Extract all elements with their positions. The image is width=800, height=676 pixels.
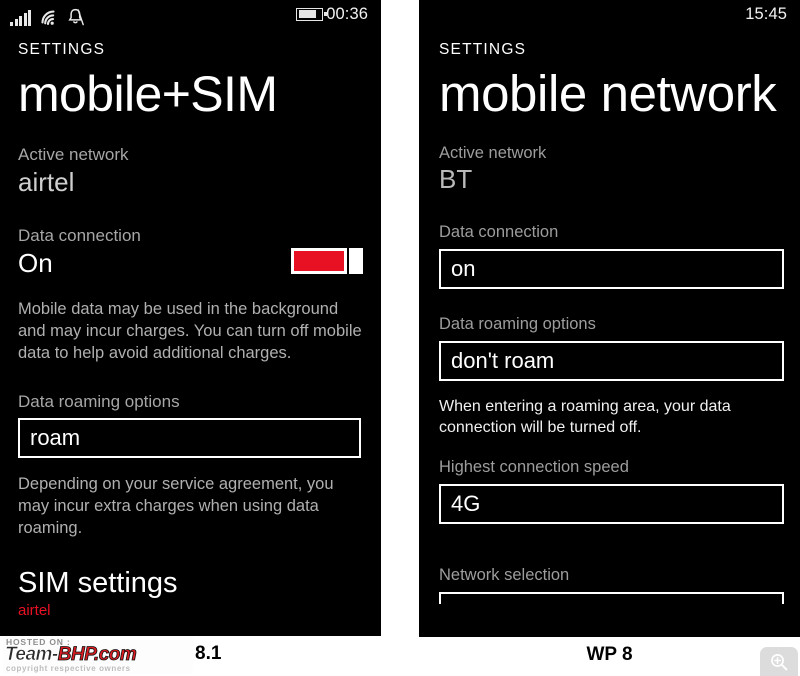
active-network-value-right: BT (439, 164, 473, 195)
signal-bars-icon (10, 9, 31, 26)
page-title-right: mobile network (439, 64, 777, 122)
watermark-copyright: copyright respective owners (6, 664, 131, 673)
network-selection-group: Network selection (439, 566, 784, 605)
data-connection-toggle[interactable] (291, 247, 363, 274)
sim-settings-group[interactable]: SIM settings airtel (18, 567, 363, 620)
data-connection-label: Data connection (18, 225, 141, 245)
page-title: mobile+SIM (18, 65, 278, 122)
data-roaming-label: Data roaming options (18, 391, 180, 411)
connection-speed-label: Highest connection speed (439, 458, 629, 477)
toggle-thumb (349, 247, 363, 274)
data-roaming-description-right: When entering a roaming area, your data … (439, 397, 731, 436)
app-title: SETTINGS (18, 41, 106, 58)
status-clock-right: 15:45 (745, 4, 787, 23)
watermark-brand-team: Team- (5, 644, 59, 665)
active-network-group: Active network airtel (18, 145, 363, 198)
toggle-track (291, 247, 347, 274)
active-network-group-right: Active network BT (439, 144, 782, 196)
status-icons-left (10, 4, 84, 26)
watermark-brand-bhp: BHP.com (57, 644, 137, 665)
caption-right: WP 8 (586, 644, 633, 665)
data-roaming-value-right: don't roam (451, 347, 555, 373)
screenshot-stage: 00:36 SETTINGS mobile+SIM Active network… (0, 0, 800, 676)
data-roaming-select-right[interactable]: don't roam (439, 340, 784, 381)
magnifier-plus-icon (769, 652, 789, 672)
data-connection-select[interactable]: on (439, 249, 784, 290)
phone-screen-left: 00:36 SETTINGS mobile+SIM Active network… (0, 0, 381, 636)
network-selection-label: Network selection (439, 566, 570, 585)
data-roaming-group-right: Data roaming options don't roam (439, 315, 784, 381)
battery-icon (296, 7, 327, 21)
zoom-in-button[interactable] (760, 647, 798, 676)
active-network-label: Active network (18, 144, 129, 164)
data-roaming-group: Data roaming options roam (18, 391, 363, 459)
data-roaming-description: Depending on your service agreement, you… (18, 475, 334, 538)
network-selection-select[interactable] (439, 592, 784, 605)
data-roaming-value: roam (30, 425, 81, 451)
data-connection-group: Data connection On (18, 226, 363, 279)
data-roaming-select[interactable]: roam (18, 418, 361, 459)
phone-screen-right: 15:45 SETTINGS mobile network Active net… (419, 0, 800, 637)
site-watermark: HOSTED ON : Team-BHP.com copyright respe… (3, 636, 193, 674)
header-right: SETTINGS mobile network (419, 42, 800, 121)
active-network-value: airtel (18, 166, 75, 197)
watermark-brand: Team-BHP.com (5, 644, 137, 665)
wifi-icon (40, 9, 59, 26)
status-right-left: 00:36 (296, 2, 368, 26)
settings-content-right: Active network BT Data connection on Dat… (419, 144, 800, 605)
data-connection-description: Mobile data may be used in the backgroun… (18, 300, 362, 362)
status-bar-left: 00:36 (0, 0, 381, 30)
bell-muted-icon (67, 8, 84, 26)
settings-content-left: Active network airtel Data connection On… (0, 145, 381, 620)
connection-speed-select[interactable]: 4G (439, 484, 784, 525)
connection-speed-group: Highest connection speed 4G (439, 458, 784, 525)
toggle-fill (294, 250, 344, 271)
status-clock: 00:36 (326, 4, 368, 23)
header-left: SETTINGS mobile+SIM (0, 42, 381, 121)
data-connection-label-right: Data connection (439, 223, 559, 242)
app-title-right: SETTINGS (439, 41, 527, 58)
status-bar-right: 15:45 (419, 0, 800, 30)
sim-settings-subtitle: airtel (18, 601, 51, 619)
data-connection-group-right: Data connection on (439, 223, 784, 290)
status-right-right: 15:45 (745, 2, 787, 26)
active-network-label-right: Active network (439, 143, 547, 162)
data-connection-value-right: on (451, 256, 476, 282)
sim-settings-title: SIM settings (18, 567, 178, 600)
connection-speed-value: 4G (451, 491, 481, 517)
data-roaming-label-right: Data roaming options (439, 315, 596, 334)
